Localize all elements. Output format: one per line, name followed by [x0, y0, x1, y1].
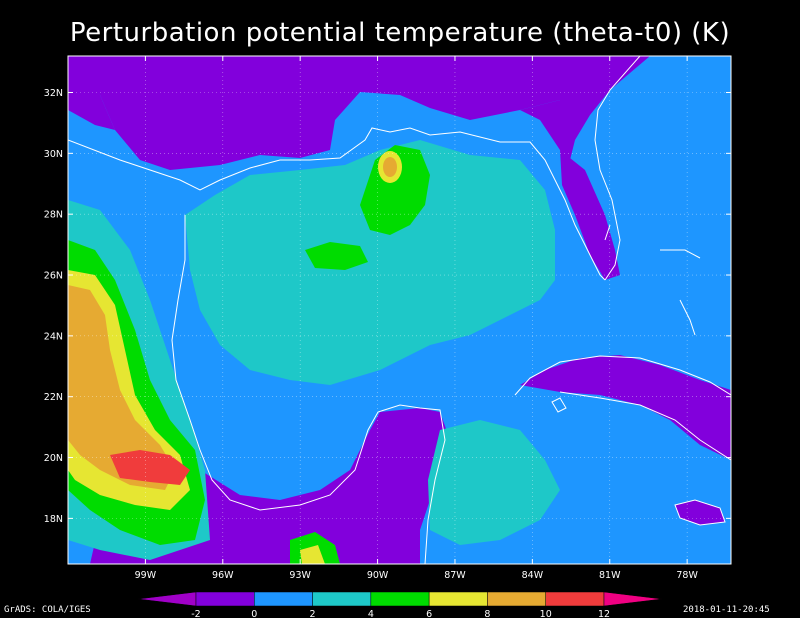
lat-label: 18N [44, 514, 63, 525]
shaded-field [68, 56, 731, 564]
lon-label: 87W [444, 570, 466, 581]
colorbar-label: 8 [484, 609, 490, 618]
colorbar-segment [545, 591, 605, 607]
colorbar-segment [603, 591, 663, 607]
colorbar-label: -2 [191, 609, 200, 618]
colorbar-label: 6 [426, 609, 432, 618]
colorbar-segment [428, 591, 488, 607]
map-figure: 32N 30N 28N 26N 24N 22N 20N 18N 99W 96W 93W 90W 87W 8… [44, 55, 732, 618]
colorbar-segment [370, 591, 430, 607]
colorbar-label: 10 [540, 609, 552, 618]
colorbar-segment [254, 591, 313, 607]
lat-label: 26N [44, 271, 63, 282]
colorbar-label: 4 [368, 609, 374, 618]
lat-label: 30N [44, 149, 63, 160]
lat-label: 24N [44, 331, 63, 342]
lon-label: 99W [135, 570, 157, 581]
colorbar-label: 2 [310, 609, 316, 618]
lat-label: 20N [44, 453, 63, 464]
lat-label: 22N [44, 392, 63, 403]
footer-timestamp: 2018-01-11-20:45 [683, 605, 770, 615]
colorbar-label: 0 [251, 609, 257, 618]
colorbar-segment [195, 591, 255, 607]
field-orange-hotspot [383, 157, 397, 177]
lon-label: 78W [676, 570, 698, 581]
colorbar-segment [137, 591, 197, 607]
colorbar: -2 0 2 4 6 8 10 12 [137, 591, 663, 618]
colorbar-segment [312, 591, 372, 607]
lat-label: 28N [44, 210, 63, 221]
colorbar-label: 12 [598, 609, 610, 618]
lon-label: 93W [289, 570, 311, 581]
lon-label: 90W [367, 570, 389, 581]
lon-label: 84W [522, 570, 544, 581]
lon-label: 96W [212, 570, 234, 581]
footer-credit: GrADS: COLA/IGES [4, 605, 91, 615]
lon-label: 81W [599, 570, 621, 581]
lat-label: 32N [44, 88, 63, 99]
colorbar-segment [487, 591, 546, 607]
